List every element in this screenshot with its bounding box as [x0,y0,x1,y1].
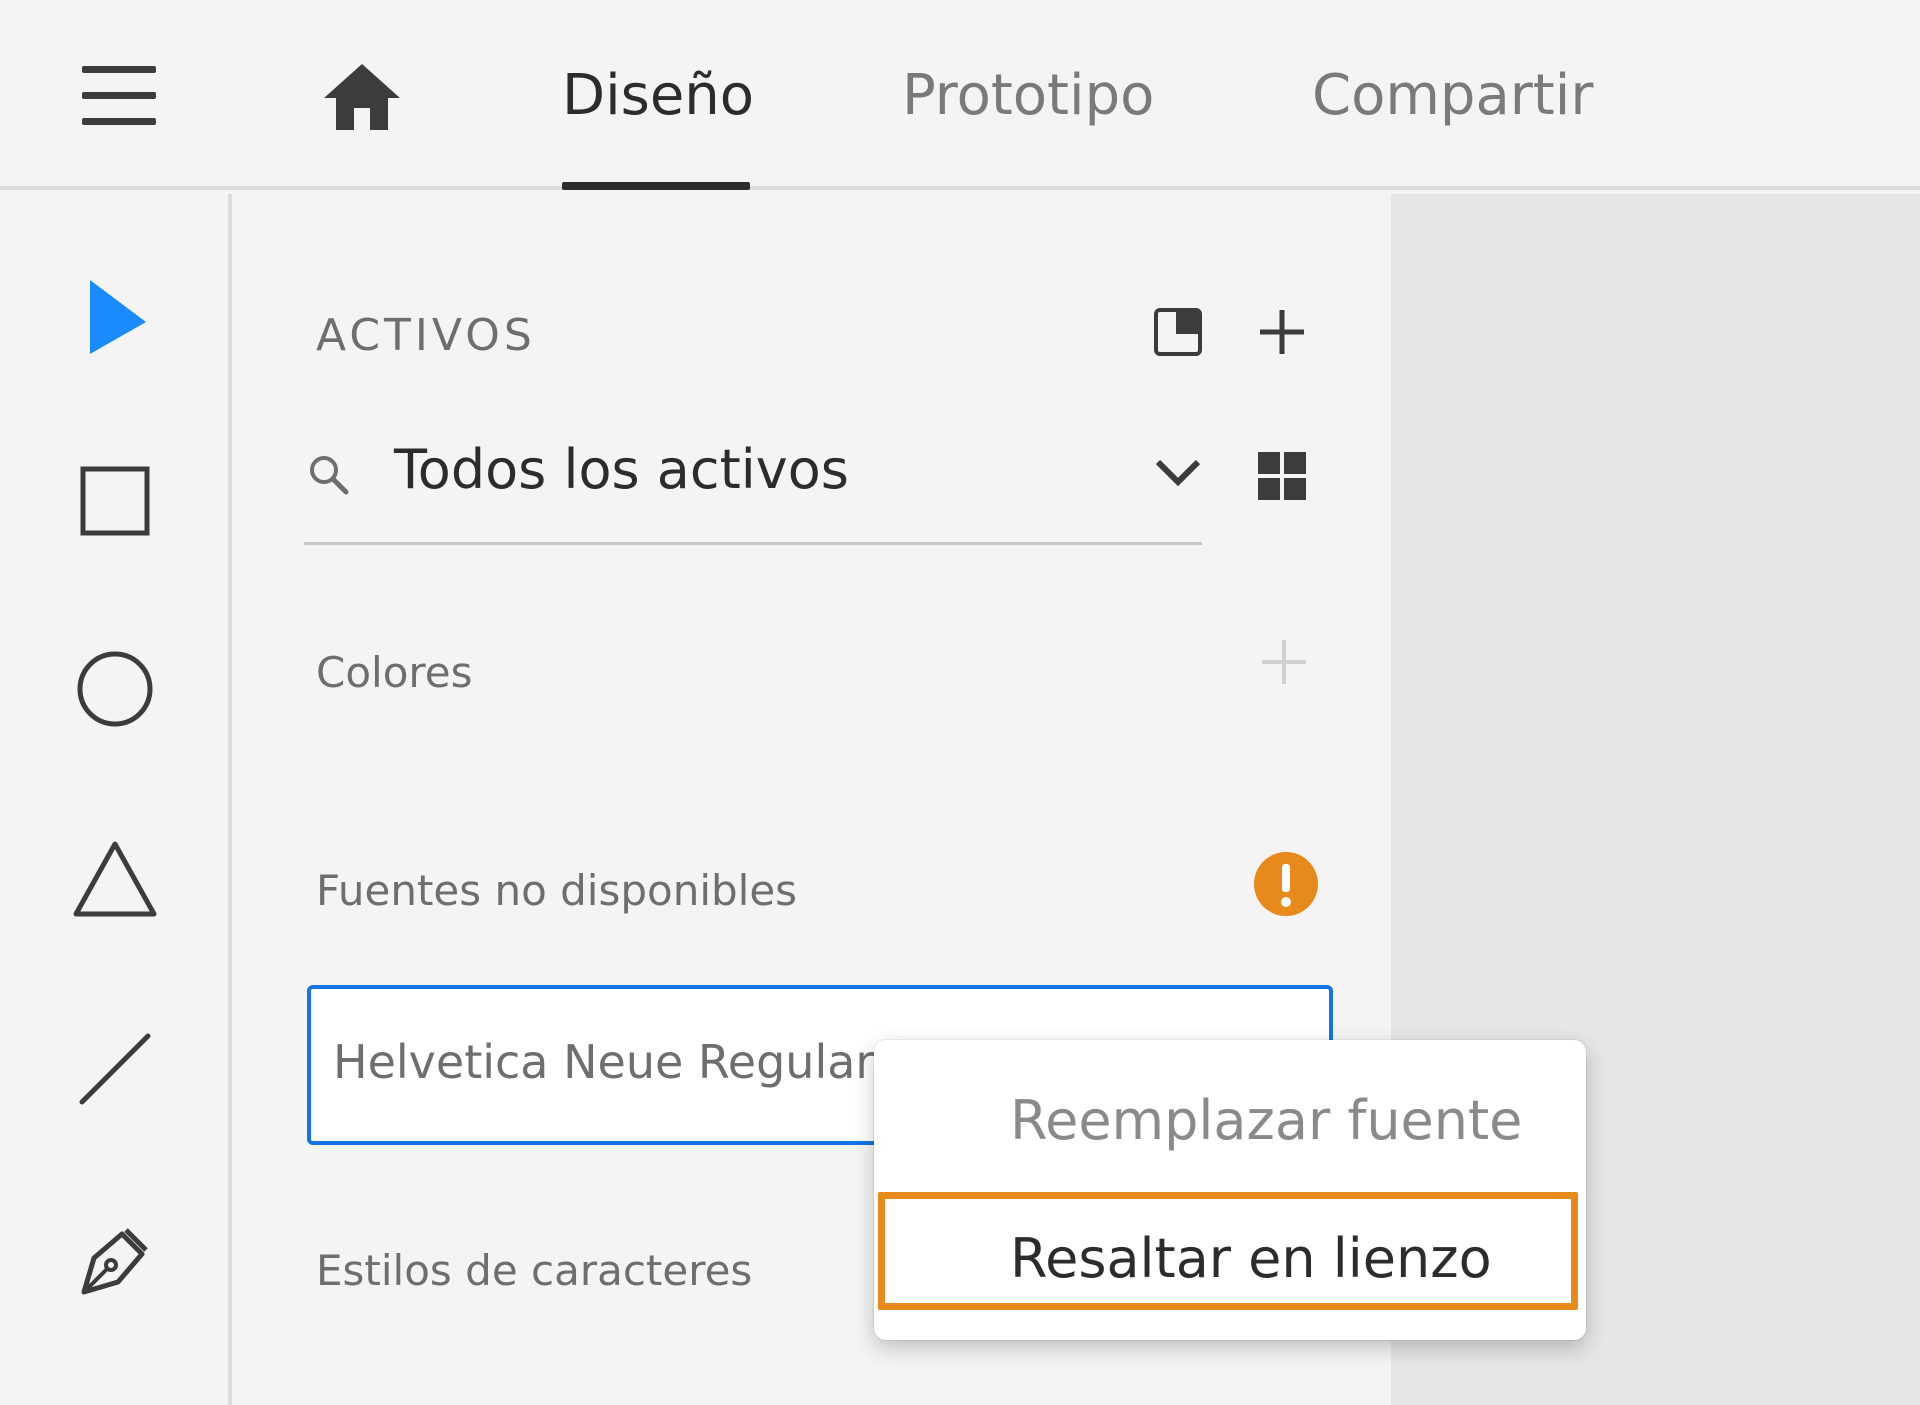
character-styles-label: Estilos de caracteres [316,1246,753,1295]
highlight-annotation-box [878,1192,1578,1310]
triangle-tool-icon[interactable] [70,834,160,924]
add-asset-icon[interactable] [1254,304,1310,360]
panel-title: ACTIVOS [316,310,536,361]
hamburger-menu-icon[interactable] [82,66,156,126]
line-tool-icon[interactable] [70,1024,160,1114]
add-color-icon[interactable] [1256,634,1312,690]
context-menu: Reemplazar fuente Resaltar en lienzo [874,1040,1586,1340]
menu-item-replace-font[interactable]: Reemplazar fuente [874,1055,1586,1185]
missing-font-name: Helvetica Neue Regular [333,1035,875,1089]
tool-rail [0,194,232,1405]
grid-view-icon[interactable] [1254,448,1310,504]
rectangle-tool-icon[interactable] [70,456,160,546]
tab-design[interactable]: Diseño [562,60,754,132]
asset-filter-dropdown[interactable]: Todos los activos [304,424,1202,545]
missing-fonts-label: Fuentes no disponibles [316,866,798,915]
ellipse-tool-icon[interactable] [70,644,160,734]
chevron-down-icon[interactable] [1152,452,1204,492]
tab-prototype[interactable]: Prototipo [902,60,1154,132]
colors-section-label: Colores [316,648,473,697]
warning-icon [1254,852,1318,916]
library-panel-icon[interactable] [1150,304,1206,360]
select-tool-icon[interactable] [70,270,160,360]
top-bar: Diseño Prototipo Compartir [0,0,1920,190]
active-tab-indicator [562,182,750,190]
menu-item-label: Reemplazar fuente [1010,1089,1523,1152]
search-icon [310,456,349,495]
tab-share[interactable]: Compartir [1312,60,1593,132]
pen-tool-icon[interactable] [70,1214,160,1304]
filter-value: Todos los activos [394,438,849,501]
home-icon[interactable] [322,62,402,132]
